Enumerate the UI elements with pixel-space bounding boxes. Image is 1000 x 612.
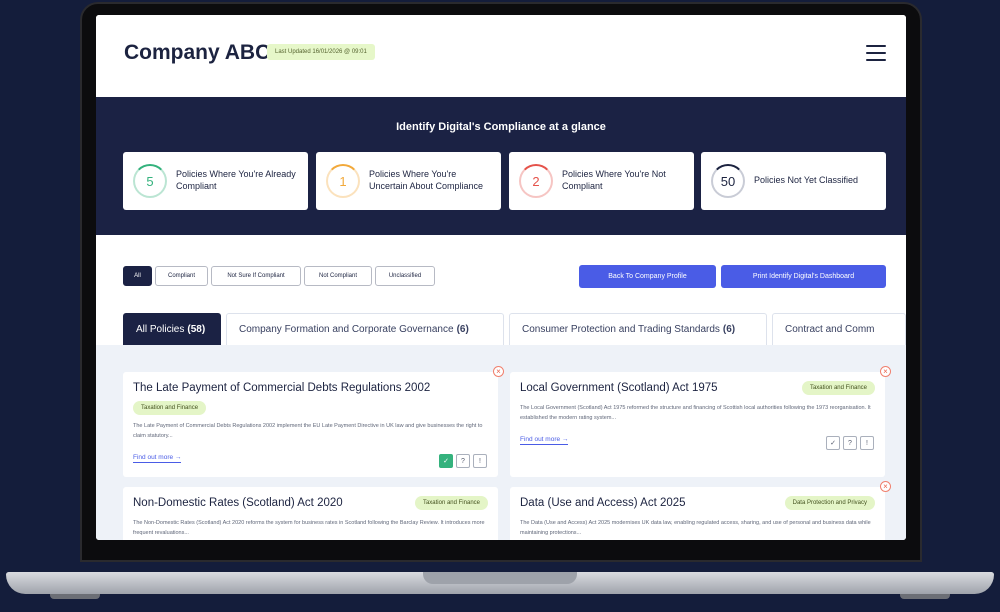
tab-count: (6) — [722, 324, 736, 335]
laptop-foot-left — [50, 594, 100, 599]
category-tag: Taxation and Finance — [414, 496, 488, 510]
stat-card-not-compliant[interactable]: 2 Policies Where You're Not Compliant — [509, 152, 694, 210]
laptop-base-notch — [423, 572, 577, 584]
policy-description: The Local Government (Scotland) Act 1975… — [520, 405, 871, 421]
tab-consumer-protection[interactable]: Consumer Protection and Trading Standard… — [509, 313, 767, 345]
uncertain-count-ring: 1 — [326, 164, 360, 198]
tab-contract-commercial[interactable]: Contract and Comm — [772, 313, 906, 345]
hamburger-menu-icon[interactable] — [864, 43, 888, 63]
policy-title: Data (Use and Access) Act 2025 — [520, 497, 686, 509]
menu-line — [866, 52, 886, 54]
compliant-count-ring: 5 — [133, 164, 167, 198]
stat-label: Policies Not Yet Classified — [754, 175, 859, 186]
stat-card-unclassified[interactable]: 50 Policies Not Yet Classified — [701, 152, 886, 210]
status-buttons: ✓ ? ! — [439, 454, 487, 468]
stat-count: 1 — [339, 173, 347, 189]
menu-line — [866, 45, 886, 47]
find-out-more-link[interactable]: Find out more → — [520, 436, 569, 445]
not-compliant-exclamation-icon[interactable]: ! — [473, 454, 487, 468]
policy-card: Data (Use and Access) Act 2025 Data Prot… — [510, 487, 885, 540]
tab-company-formation[interactable]: Company Formation and Corporate Governan… — [226, 313, 504, 345]
policy-title: Non-Domestic Rates (Scotland) Act 2020 — [133, 497, 343, 509]
banner-title: Identify Digital's Compliance at a glanc… — [396, 121, 606, 133]
policy-description: The Late Payment of Commercial Debts Reg… — [133, 423, 483, 439]
policy-list: The Late Payment of Commercial Debts Reg… — [96, 345, 906, 540]
filter-unclassified-button[interactable]: Unclassified — [375, 266, 435, 286]
category-tag: Taxation and Finance — [133, 401, 207, 415]
tab-label: Contract and Comm — [785, 324, 875, 335]
stat-label: Policies Where You're Uncertain About Co… — [369, 169, 484, 191]
remove-close-icon[interactable]: × — [880, 481, 891, 492]
stat-count: 50 — [720, 173, 736, 189]
laptop-screen: Company ABC Last Updated 16/01/2026 @ 09… — [96, 15, 906, 540]
policy-card: Local Government (Scotland) Act 1975 Tax… — [510, 372, 885, 477]
not-compliant-count-ring: 2 — [519, 164, 553, 198]
page-header: Company ABC Last Updated 16/01/2026 @ 09… — [96, 15, 906, 97]
category-tag: Data Protection and Privacy — [784, 496, 875, 510]
status-buttons: ✓ ? ! — [826, 436, 874, 450]
tab-label: Consumer Protection and Trading Standard… — [522, 324, 720, 335]
not-compliant-exclamation-icon[interactable]: ! — [860, 436, 874, 450]
tab-label: Company Formation and Corporate Governan… — [239, 324, 454, 335]
stat-count: 5 — [146, 173, 154, 189]
tab-count: (6) — [456, 324, 469, 335]
compliant-check-icon[interactable]: ✓ — [826, 436, 840, 450]
policy-description: The Data (Use and Access) Act 2025 moder… — [520, 520, 871, 536]
tab-label: All Policies — [136, 324, 185, 335]
compliance-banner: Identify Digital's Compliance at a glanc… — [96, 97, 906, 235]
policy-title: The Late Payment of Commercial Debts Reg… — [133, 382, 431, 394]
filter-not-compliant-button[interactable]: Not Compliant — [304, 266, 372, 286]
policy-card: Non-Domestic Rates (Scotland) Act 2020 T… — [123, 487, 498, 540]
back-to-profile-button[interactable]: Back To Company Profile — [579, 265, 716, 288]
remove-close-icon[interactable]: × — [493, 366, 504, 377]
stat-card-compliant[interactable]: 5 Policies Where You're Already Complian… — [123, 152, 308, 210]
stat-card-uncertain[interactable]: 1 Policies Where You're Uncertain About … — [316, 152, 501, 210]
last-updated-badge: Last Updated 16/01/2026 @ 09:01 — [267, 44, 375, 60]
compliant-check-icon[interactable]: ✓ — [439, 454, 453, 468]
print-dashboard-button[interactable]: Print Identify Digital's Dashboard — [721, 265, 886, 288]
filter-compliant-button[interactable]: Compliant — [155, 266, 208, 286]
unclassified-count-ring: 50 — [711, 164, 745, 198]
unsure-question-icon[interactable]: ? — [843, 436, 857, 450]
menu-line — [866, 59, 886, 61]
filter-not-sure-button[interactable]: Not Sure If Compliant — [211, 266, 301, 286]
stat-label: Policies Where You're Already Compliant — [176, 169, 296, 191]
stat-count: 2 — [532, 173, 540, 189]
stat-label: Policies Where You're Not Compliant — [562, 169, 666, 191]
tab-count: (58) — [187, 324, 206, 335]
filter-all-button[interactable]: All — [123, 266, 152, 286]
policy-title: Local Government (Scotland) Act 1975 — [520, 382, 718, 394]
unsure-question-icon[interactable]: ? — [456, 454, 470, 468]
category-tag: Taxation and Finance — [801, 381, 875, 395]
company-title: Company ABC — [124, 41, 271, 64]
policy-card: The Late Payment of Commercial Debts Reg… — [123, 372, 498, 477]
remove-close-icon[interactable]: × — [880, 366, 891, 377]
laptop-foot-right — [900, 594, 950, 599]
tab-all-policies[interactable]: All Policies (58) — [123, 313, 221, 345]
policy-description: The Non-Domestic Rates (Scotland) Act 20… — [133, 520, 485, 536]
find-out-more-link[interactable]: Find out more → — [133, 454, 182, 463]
